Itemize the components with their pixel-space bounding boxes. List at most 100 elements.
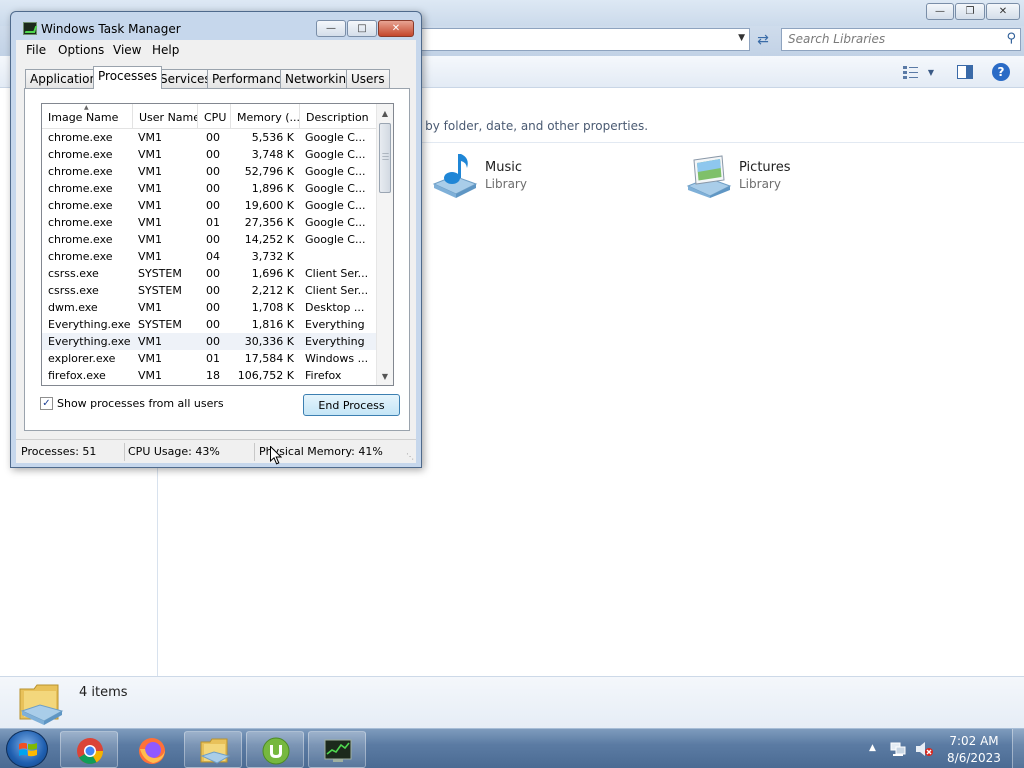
explorer-close-button[interactable]: ✕ bbox=[986, 3, 1020, 20]
process-row[interactable]: Everything.exe VM1 00 30,336 K Everything bbox=[42, 333, 378, 350]
process-description: Client Ser... bbox=[305, 267, 369, 280]
taskbar-explorer[interactable] bbox=[184, 731, 242, 768]
explorer-minimize-button[interactable]: — bbox=[926, 3, 954, 20]
process-memory: 27,356 K bbox=[244, 216, 294, 229]
process-row[interactable]: firefox.exe VM1 18 106,752 K Firefox bbox=[42, 367, 378, 384]
process-row[interactable]: dwm.exe VM1 00 1,708 K Desktop ... bbox=[42, 299, 378, 316]
process-cpu: 04 bbox=[206, 250, 220, 263]
library-pictures[interactable]: Pictures Library bbox=[684, 148, 904, 200]
minimize-button[interactable]: — bbox=[316, 20, 346, 37]
process-user-name: SYSTEM bbox=[138, 267, 182, 280]
utorrent-icon bbox=[262, 737, 290, 765]
search-input[interactable] bbox=[788, 29, 988, 49]
chrome-icon bbox=[77, 738, 104, 764]
process-cpu: 00 bbox=[206, 148, 220, 161]
start-button[interactable] bbox=[6, 730, 48, 768]
process-row[interactable]: chrome.exe VM1 00 3,748 K Google C... bbox=[42, 146, 378, 163]
chevron-down-icon[interactable]: ▼ bbox=[738, 33, 745, 43]
search-box[interactable]: ⚲ bbox=[781, 28, 1021, 51]
resize-grip-icon[interactable]: ⋱ bbox=[406, 452, 414, 461]
process-row[interactable]: chrome.exe VM1 04 3,732 K bbox=[42, 248, 378, 265]
pictures-library-icon bbox=[686, 155, 732, 198]
preview-pane-button[interactable] bbox=[956, 63, 974, 81]
process-image-name: chrome.exe bbox=[48, 131, 113, 144]
menu-help[interactable]: Help bbox=[152, 43, 179, 57]
address-bar[interactable]: ▼ bbox=[418, 28, 750, 51]
library-music[interactable]: Music Library bbox=[430, 148, 650, 200]
taskbar-task-manager[interactable] bbox=[308, 731, 366, 768]
column-label: Description bbox=[306, 111, 369, 124]
process-row[interactable]: Everything.exe SYSTEM 00 1,816 K Everything bbox=[42, 316, 378, 333]
volume-muted-icon[interactable] bbox=[915, 741, 933, 757]
help-icon[interactable]: ? bbox=[992, 63, 1010, 81]
checkbox-checked-icon[interactable]: ✓ bbox=[40, 397, 53, 410]
process-row[interactable]: chrome.exe VM1 00 5,536 K Google C... bbox=[42, 129, 378, 146]
maximize-button[interactable]: □ bbox=[347, 20, 377, 37]
process-description: Google C... bbox=[305, 165, 366, 178]
process-memory: 1,816 K bbox=[251, 318, 294, 331]
change-view-button[interactable] bbox=[902, 63, 920, 81]
search-icon[interactable]: ⚲ bbox=[1006, 31, 1016, 46]
scroll-down-icon[interactable]: ▼ bbox=[377, 368, 393, 384]
process-user-name: VM1 bbox=[138, 216, 163, 229]
task-manager-icon bbox=[23, 22, 37, 35]
column-memory[interactable]: Memory (... bbox=[231, 104, 300, 129]
process-user-name: SYSTEM bbox=[138, 284, 182, 297]
status-divider bbox=[254, 443, 255, 461]
tab-users[interactable]: Users bbox=[346, 69, 390, 88]
process-cpu: 00 bbox=[206, 318, 220, 331]
process-list[interactable]: ▲ Image Name User Name CPU Memory (... D… bbox=[41, 103, 394, 386]
process-user-name: VM1 bbox=[138, 250, 163, 263]
process-list-header: ▲ Image Name User Name CPU Memory (... D… bbox=[42, 104, 378, 129]
show-all-users-toggle[interactable]: ✓ Show processes from all users bbox=[40, 397, 224, 410]
process-user-name: VM1 bbox=[138, 199, 163, 212]
process-row[interactable]: chrome.exe VM1 00 52,796 K Google C... bbox=[42, 163, 378, 180]
menu-view[interactable]: View bbox=[113, 43, 141, 57]
window-title: Windows Task Manager bbox=[41, 22, 181, 36]
process-row[interactable]: chrome.exe VM1 01 27,356 K Google C... bbox=[42, 214, 378, 231]
taskbar-utorrent[interactable] bbox=[246, 731, 304, 768]
vertical-scrollbar[interactable]: ▲ — — — ▼ bbox=[376, 104, 393, 385]
process-rows: chrome.exe VM1 00 5,536 K Google C... chrome.… bbox=[42, 129, 378, 384]
explorer-restore-button[interactable]: ❐ bbox=[955, 3, 985, 20]
process-image-name: chrome.exe bbox=[48, 250, 113, 263]
show-hidden-icons-icon[interactable]: ▲ bbox=[869, 743, 876, 753]
show-desktop-button[interactable] bbox=[1012, 729, 1024, 768]
process-user-name: VM1 bbox=[138, 352, 163, 365]
close-button[interactable]: ✕ bbox=[378, 20, 414, 37]
clock-time[interactable]: 7:02 AM bbox=[946, 734, 1002, 748]
process-image-name: csrss.exe bbox=[48, 267, 99, 280]
process-row[interactable]: explorer.exe VM1 01 17,584 K Windows ... bbox=[42, 350, 378, 367]
view-dropdown[interactable]: ▼ bbox=[926, 63, 936, 81]
process-cpu: 00 bbox=[206, 335, 220, 348]
scrollbar-thumb[interactable]: — — — bbox=[379, 123, 391, 193]
process-row[interactable]: csrss.exe SYSTEM 00 2,212 K Client Ser... bbox=[42, 282, 378, 299]
menu-file[interactable]: File bbox=[26, 43, 46, 57]
menu-options[interactable]: Options bbox=[58, 43, 104, 57]
preview-pane-icon bbox=[957, 65, 973, 79]
process-memory: 106,752 K bbox=[237, 369, 294, 382]
process-description: Google C... bbox=[305, 131, 366, 144]
column-cpu[interactable]: CPU bbox=[198, 104, 231, 129]
network-icon[interactable] bbox=[890, 741, 906, 757]
process-row[interactable]: chrome.exe VM1 00 1,896 K Google C... bbox=[42, 180, 378, 197]
process-memory: 52,796 K bbox=[244, 165, 294, 178]
end-process-button[interactable]: End Process bbox=[303, 394, 400, 416]
process-row[interactable]: chrome.exe VM1 00 19,600 K Google C... bbox=[42, 197, 378, 214]
clock-date[interactable]: 8/6/2023 bbox=[946, 751, 1002, 765]
column-user-name[interactable]: User Name bbox=[133, 104, 198, 129]
grip-icon: — — — bbox=[382, 149, 389, 163]
process-row[interactable]: chrome.exe VM1 00 14,252 K Google C... bbox=[42, 231, 378, 248]
column-image-name[interactable]: ▲ Image Name bbox=[42, 104, 133, 129]
process-row[interactable]: csrss.exe SYSTEM 00 1,696 K Client Ser... bbox=[42, 265, 378, 282]
tab-processes[interactable]: Processes bbox=[93, 66, 163, 89]
scroll-up-icon[interactable]: ▲ bbox=[377, 105, 393, 121]
column-description[interactable]: Description bbox=[300, 104, 378, 129]
taskbar-firefox[interactable] bbox=[122, 731, 180, 768]
process-description: Google C... bbox=[305, 182, 366, 195]
status-processes: Processes: 51 bbox=[21, 445, 97, 458]
library-name: Music bbox=[485, 160, 522, 175]
taskbar-chrome[interactable] bbox=[60, 731, 118, 768]
refresh-button[interactable]: ⇄ bbox=[752, 28, 774, 51]
chevron-down-icon: ▼ bbox=[927, 67, 935, 77]
